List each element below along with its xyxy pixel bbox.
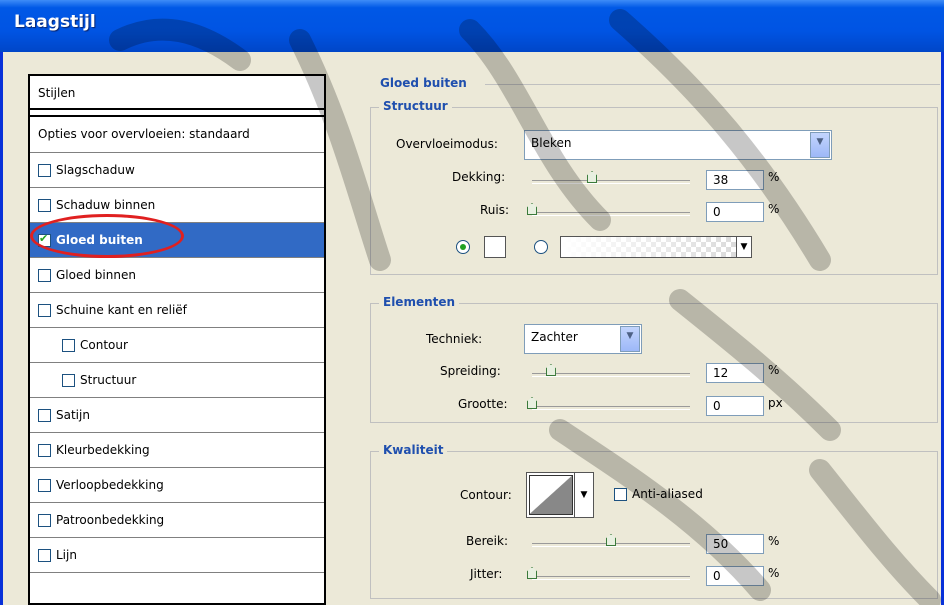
range-input[interactable]: 50 (706, 534, 764, 554)
contour-curve-icon (529, 475, 573, 515)
styles-list: Stijlen Opties voor overvloeien: standaa… (28, 74, 326, 605)
window-title: Laagstijl (14, 12, 96, 32)
jitter-input[interactable]: 0 (706, 566, 764, 586)
chevron-down-icon[interactable]: ▼ (574, 473, 593, 517)
opacity-unit: % (768, 170, 780, 184)
style-checkbox[interactable] (38, 513, 51, 527)
size-slider-track[interactable] (532, 406, 690, 410)
range-unit: % (768, 534, 780, 548)
style-checkbox[interactable] (38, 478, 51, 492)
style-checkbox[interactable] (38, 443, 51, 457)
style-item-label: Structuur (80, 373, 137, 387)
size-label: Grootte: (458, 397, 508, 411)
chevron-down-icon[interactable]: ▼ (736, 237, 751, 257)
style-item[interactable]: Verloopbedekking (30, 468, 324, 503)
style-item-label: Slagschaduw (56, 163, 135, 177)
style-checkbox[interactable] (38, 163, 51, 177)
style-checkbox[interactable] (62, 373, 75, 387)
style-item[interactable]: Gloed binnen (30, 258, 324, 293)
technique-select[interactable]: Zachter ▼ (524, 324, 642, 354)
style-item[interactable]: Lijn (30, 538, 324, 573)
gradient-radio[interactable] (534, 240, 548, 254)
technique-label: Techniek: (426, 332, 483, 346)
quality-title: Kwaliteit (379, 443, 448, 457)
range-label: Bereik: (466, 534, 508, 548)
blending-options-item[interactable]: Opties voor overvloeien: standaard (30, 115, 324, 153)
opacity-label: Dekking: (452, 170, 506, 184)
jitter-unit: % (768, 566, 780, 580)
blend-mode-select[interactable]: Bleken ▼ (524, 130, 832, 160)
style-item-label: Lijn (56, 548, 77, 562)
panel-title: Gloed buiten (380, 76, 473, 90)
style-item[interactable]: Structuur (30, 363, 324, 398)
style-item[interactable]: Contour (30, 328, 324, 363)
chevron-down-icon[interactable]: ▼ (810, 132, 830, 158)
style-checkbox[interactable] (62, 338, 75, 352)
chevron-down-icon[interactable]: ▼ (620, 326, 640, 352)
antialias-label[interactable]: Anti-aliased (632, 487, 703, 501)
spread-input[interactable]: 12 (706, 363, 764, 383)
style-item-label: Contour (80, 338, 128, 352)
noise-unit: % (768, 202, 780, 216)
glow-color-swatch[interactable] (484, 236, 506, 258)
jitter-slider-track[interactable] (532, 576, 690, 580)
elements-group: Elementen (370, 295, 938, 423)
opacity-slider-track[interactable] (532, 180, 690, 184)
noise-slider-track[interactable] (532, 212, 690, 216)
spread-label: Spreiding: (440, 364, 501, 378)
blend-mode-value: Bleken (531, 136, 572, 150)
contour-label: Contour: (460, 488, 512, 502)
panel-title-rule (485, 84, 940, 85)
style-item-label: Kleurbedekking (56, 443, 150, 457)
size-input[interactable]: 0 (706, 396, 764, 416)
style-item-label: Satijn (56, 408, 90, 422)
style-checkbox[interactable] (38, 303, 51, 317)
size-unit: px (768, 396, 783, 410)
spread-unit: % (768, 363, 780, 377)
elements-title: Elementen (379, 295, 460, 309)
style-item-label: Schuine kant en reliëf (56, 303, 187, 317)
contour-picker[interactable]: ▼ (526, 472, 594, 518)
highlight-circle (30, 214, 184, 258)
antialias-checkbox[interactable] (614, 488, 627, 501)
style-checkbox[interactable] (38, 548, 51, 562)
style-item-label: Schaduw binnen (56, 198, 156, 212)
style-item[interactable]: Kleurbedekking (30, 433, 324, 468)
noise-input[interactable]: 0 (706, 202, 764, 222)
style-checkbox[interactable] (38, 268, 51, 282)
glow-gradient-picker[interactable]: ▼ (560, 236, 752, 258)
style-item[interactable]: Slagschaduw (30, 153, 324, 188)
jitter-label: Jitter: (470, 567, 503, 581)
technique-value: Zachter (531, 330, 578, 344)
style-item[interactable]: Schuine kant en reliëf (30, 293, 324, 328)
style-checkbox[interactable] (38, 198, 51, 212)
style-item-label: Patroonbedekking (56, 513, 165, 527)
styles-header[interactable]: Stijlen (30, 76, 324, 110)
noise-label: Ruis: (480, 203, 510, 217)
style-checkbox[interactable] (38, 408, 51, 422)
blend-mode-label: Overvloeimodus: (396, 137, 498, 151)
structure-title: Structuur (379, 99, 452, 113)
title-bar: Laagstijl (0, 0, 944, 52)
style-item[interactable]: Patroonbedekking (30, 503, 324, 538)
style-item-label: Gloed binnen (56, 268, 136, 282)
style-item[interactable]: Satijn (30, 398, 324, 433)
solid-color-radio[interactable] (456, 240, 470, 254)
style-item-label: Verloopbedekking (56, 478, 164, 492)
opacity-input[interactable]: 38 (706, 170, 764, 190)
